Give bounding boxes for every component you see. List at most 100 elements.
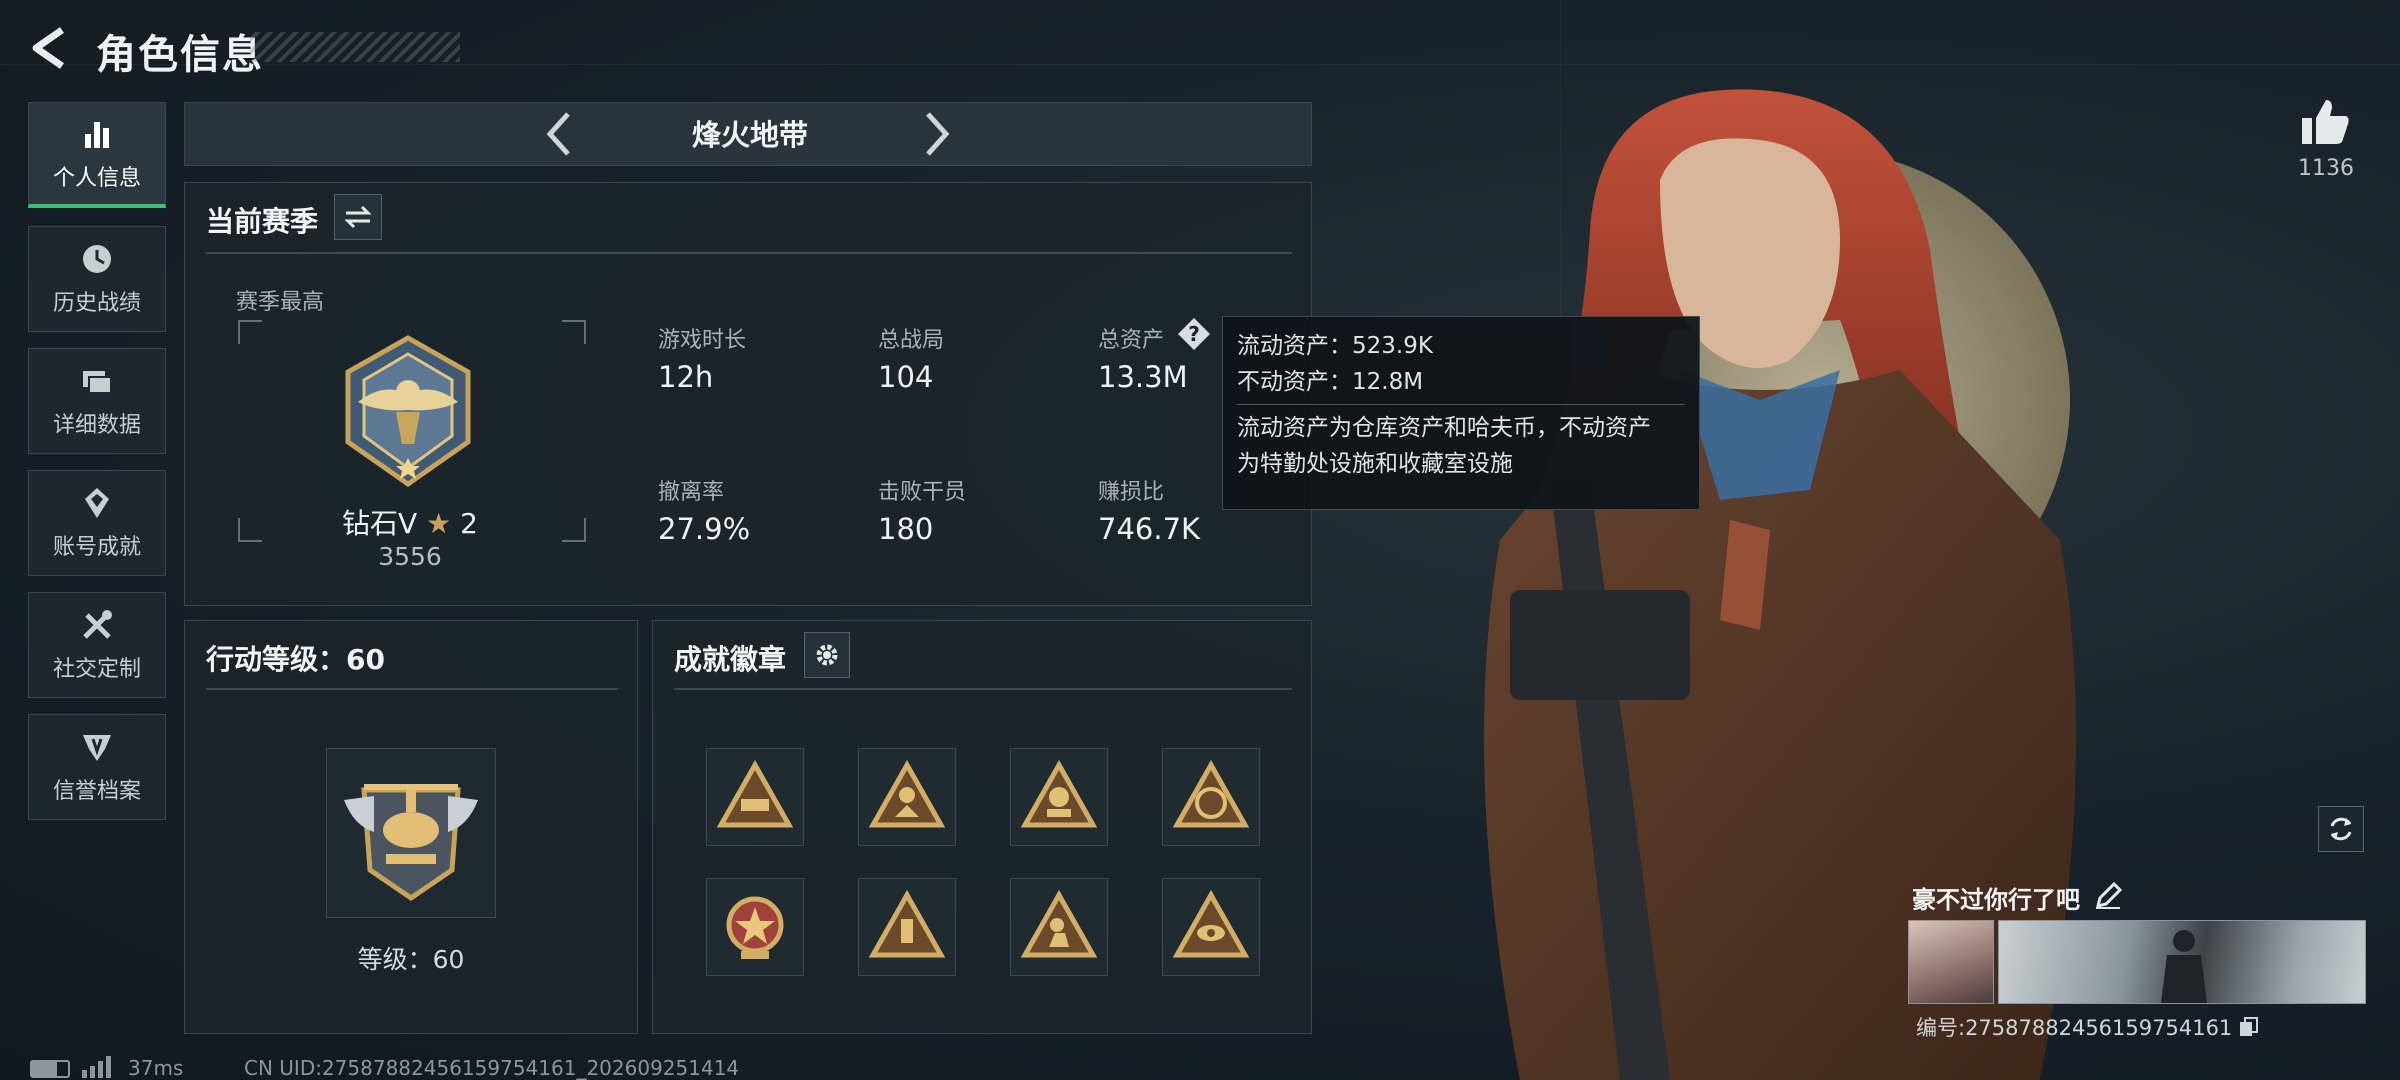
- tools-icon: [83, 610, 112, 639]
- like-count: 1136: [2298, 156, 2354, 181]
- rank-name-text: 钻石V: [342, 507, 418, 540]
- stat-value-total-matches: 104: [878, 360, 934, 394]
- season-title: 当前赛季: [206, 205, 319, 238]
- bg-grid-line: [0, 64, 2400, 65]
- thumbs-up-icon: [2302, 100, 2349, 144]
- badges-settings-button[interactable]: [804, 632, 850, 678]
- stat-value-total-assets: 13.3M: [1098, 360, 1188, 394]
- badge-star-icon: [726, 896, 784, 959]
- tooltip-description-1: 流动资产为仓库资产和哈夫币，不动资产: [1237, 415, 1651, 442]
- ping-value: 37ms: [128, 1056, 184, 1080]
- badge-slot[interactable]: [706, 878, 804, 976]
- asset-help-button[interactable]: ?: [1176, 316, 1212, 352]
- badge-slot[interactable]: [1010, 748, 1108, 846]
- svg-text:?: ?: [1188, 322, 1200, 346]
- sidebar-item-label: 个人信息: [52, 165, 141, 191]
- badge-slot[interactable]: [858, 748, 956, 846]
- refresh-icon: [2330, 817, 2352, 841]
- badge-climber-icon: [868, 759, 946, 828]
- asset-tooltip: 流动资产：523.9K 不动资产：12.8M 流动资产为仓库资产和哈夫币，不动资…: [1222, 316, 1700, 510]
- stat-label-extract-rate: 撤离率: [658, 480, 725, 505]
- question-icon: ?: [1178, 318, 1210, 350]
- season-best-label: 赛季最高: [236, 290, 325, 315]
- badges-title: 成就徽章: [674, 643, 787, 676]
- sidebar-item-label: 社交定制: [52, 657, 141, 682]
- stat-value-profit-ratio: 746.7K: [1098, 512, 1201, 546]
- copy-icon[interactable]: [2238, 1016, 2260, 1038]
- battery-fill: [32, 1062, 58, 1076]
- mode-next-button[interactable]: [916, 108, 956, 160]
- sidebar-item-personal-info[interactable]: 个人信息: [28, 102, 166, 208]
- shield-icon: [83, 735, 111, 761]
- signal-icon: [82, 1056, 111, 1078]
- mode-title: 烽火地带: [691, 118, 808, 152]
- like-button[interactable]: [2298, 96, 2352, 148]
- pencil-icon: [2095, 881, 2123, 909]
- badge-slot[interactable]: [1162, 748, 1260, 846]
- frame-corner: [238, 518, 262, 542]
- chevron-right-icon: [926, 112, 950, 156]
- back-button[interactable]: [24, 22, 74, 74]
- rank-emblem-icon: [345, 335, 471, 488]
- tooltip-divider: [1237, 404, 1685, 406]
- badge-slot[interactable]: [1010, 878, 1108, 976]
- badge-eri-icon: [1172, 759, 1250, 828]
- stat-value-extract-rate: 27.9%: [658, 512, 751, 546]
- badge-slot[interactable]: [706, 748, 804, 846]
- sidebar-item-social[interactable]: 社交定制: [28, 592, 166, 698]
- footer-uid: CN UID:275878824561597541​61_20260925141…: [244, 1056, 740, 1080]
- tooltip-liquid-assets: 流动资产：523.9K: [1237, 333, 1433, 359]
- helicopter-emblem-icon: [344, 784, 478, 902]
- chevron-left-icon: [546, 112, 570, 156]
- title-stripe-decoration: [250, 32, 460, 62]
- sidebar-item-history[interactable]: 历史战绩: [28, 226, 166, 332]
- rank-stars: 2: [460, 507, 478, 540]
- sidebar-item-label: 信誉档案: [52, 779, 141, 804]
- sidebar-item-detailed-data[interactable]: 详细数据: [28, 348, 166, 454]
- stat-label-total-assets: 总资产: [1098, 328, 1165, 353]
- bar-chart-icon: [85, 121, 109, 148]
- mode-prev-button[interactable]: [540, 108, 580, 160]
- sidebar-item-credit[interactable]: 信誉档案: [28, 714, 166, 820]
- badge-soldier-icon: [1020, 889, 1098, 958]
- rank-score: 3556: [378, 542, 442, 571]
- rank-name: 钻石V ★ 2: [340, 502, 480, 542]
- badge-device-icon: [868, 889, 946, 958]
- profile-banner[interactable]: [1998, 920, 2366, 1004]
- profile-nickname: 豪不过你行了吧: [1912, 886, 2080, 914]
- battery-icon: [30, 1060, 70, 1078]
- action-level-title: 行动等级：60: [206, 643, 385, 676]
- folders-icon: [83, 371, 112, 394]
- gear-icon: [816, 644, 838, 666]
- frame-corner: [562, 320, 586, 344]
- sidebar-item-label: 账号成就: [52, 535, 141, 560]
- sidebar-item-achievements[interactable]: 账号成就: [28, 470, 166, 576]
- tooltip-description-2: 为特勤处设施和收藏室设施: [1237, 450, 1513, 477]
- profile-uid-text: 编号:275878824561597541​61: [1916, 1016, 2233, 1040]
- stat-label-kills: 击败干员: [878, 480, 967, 505]
- divider: [674, 688, 1292, 690]
- badge-masked-icon: [1020, 759, 1098, 828]
- edit-nickname-button[interactable]: [2094, 881, 2123, 910]
- tooltip-fixed-assets: 不动资产：12.8M: [1237, 368, 1424, 395]
- stat-value-kills: 180: [878, 512, 934, 546]
- swap-icon: [344, 205, 372, 229]
- back-arrow-icon: [32, 27, 64, 69]
- frame-corner: [562, 518, 586, 542]
- stat-label-profit-ratio: 赚损比: [1098, 480, 1165, 505]
- star-icon: ★: [426, 507, 452, 540]
- frame-corner: [238, 320, 262, 344]
- badge-slot[interactable]: [1162, 878, 1260, 976]
- rotate-view-button[interactable]: [2318, 806, 2364, 852]
- badge-eye-icon: [1172, 889, 1250, 958]
- achievement-icon: [85, 488, 109, 518]
- page-title: 角色信息: [96, 32, 264, 78]
- divider: [206, 252, 1292, 254]
- clock-icon: [83, 245, 111, 273]
- banner-soldier-figure: [2161, 930, 2207, 1003]
- divider: [206, 688, 618, 690]
- season-switch-button[interactable]: [334, 194, 382, 240]
- badge-slot[interactable]: [858, 878, 956, 976]
- avatar[interactable]: [1908, 920, 1994, 1004]
- profile-uid: 编号:275878824561597541​61: [1916, 1012, 2260, 1042]
